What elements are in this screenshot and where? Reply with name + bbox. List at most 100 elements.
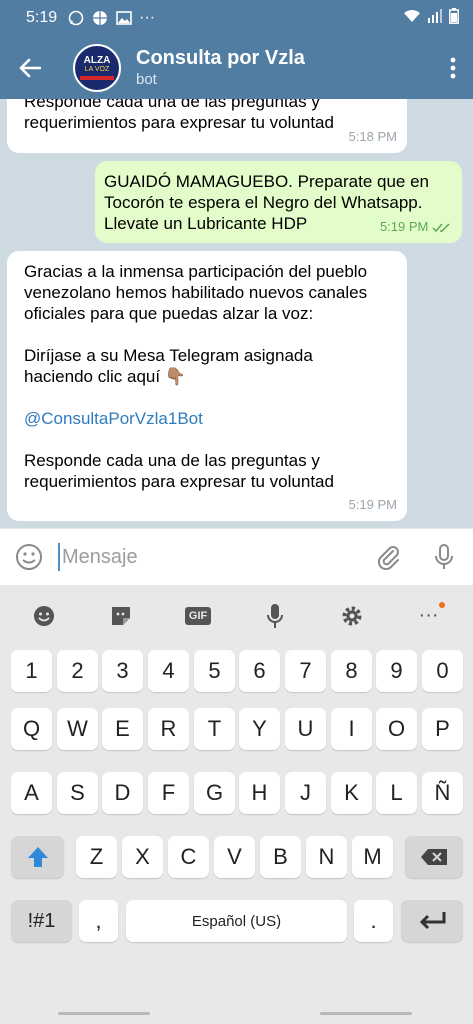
shift-key[interactable] bbox=[11, 836, 64, 878]
message-time: 5:18 PM bbox=[348, 129, 397, 144]
key-7[interactable]: 7 bbox=[285, 650, 326, 692]
message-line: haciendo clic aquí 👇🏽 bbox=[24, 367, 186, 386]
paperclip-icon bbox=[377, 546, 399, 570]
key-w[interactable]: W bbox=[57, 708, 98, 750]
key-a[interactable]: A bbox=[11, 772, 52, 814]
space-key[interactable]: Español (US) bbox=[126, 900, 347, 942]
backspace-icon bbox=[421, 849, 447, 865]
kb-settings-button[interactable] bbox=[332, 596, 372, 636]
status-time: 5:19 bbox=[26, 9, 58, 26]
key-e[interactable]: E bbox=[102, 708, 143, 750]
key-l[interactable]: L bbox=[376, 772, 417, 814]
key-c[interactable]: C bbox=[168, 836, 209, 878]
emoji-button[interactable] bbox=[0, 529, 58, 586]
key-8[interactable]: 8 bbox=[331, 650, 372, 692]
letter-row-3: Z X C V B N M bbox=[0, 836, 473, 880]
sticker-icon bbox=[112, 606, 131, 625]
double-check-icon bbox=[432, 223, 450, 232]
key-5[interactable]: 5 bbox=[194, 650, 235, 692]
message-line: oficiales para que puedas alzar la voz: bbox=[24, 304, 314, 323]
status-overflow: ··· bbox=[139, 9, 156, 26]
back-arrow-icon bbox=[19, 58, 41, 77]
key-b[interactable]: B bbox=[260, 836, 301, 878]
mic-icon bbox=[266, 603, 283, 628]
notification-dot bbox=[438, 601, 445, 608]
message-time: 5:19 PM bbox=[348, 497, 397, 512]
whatsapp-icon bbox=[67, 9, 85, 27]
key-d[interactable]: D bbox=[102, 772, 143, 814]
wifi-icon bbox=[403, 9, 421, 28]
key-1[interactable]: 1 bbox=[11, 650, 52, 692]
key-v[interactable]: V bbox=[214, 836, 255, 878]
chat-area[interactable]: Responde cada una de las preguntas y req… bbox=[0, 99, 473, 526]
comma-key[interactable]: , bbox=[79, 900, 118, 942]
nav-hint-right bbox=[320, 1012, 412, 1015]
key-n-tilde[interactable]: Ñ bbox=[422, 772, 463, 814]
keyboard: GIF ··· 1 2 3 4 5 6 7 8 9 0 Q W E R T Y … bbox=[0, 585, 473, 1024]
key-f[interactable]: F bbox=[148, 772, 189, 814]
key-g[interactable]: G bbox=[194, 772, 235, 814]
enter-icon bbox=[419, 912, 446, 930]
chat-header: ALZA LA VOZ Consulta por Vzla bot bbox=[0, 36, 473, 99]
kb-voice-button[interactable] bbox=[255, 596, 295, 636]
avatar[interactable]: ALZA LA VOZ bbox=[73, 43, 121, 92]
voice-record-button[interactable] bbox=[415, 529, 473, 586]
key-3[interactable]: 3 bbox=[102, 650, 143, 692]
avatar-subtext: LA VOZ bbox=[84, 65, 110, 73]
key-p[interactable]: P bbox=[422, 708, 463, 750]
key-i[interactable]: I bbox=[331, 708, 372, 750]
key-q[interactable]: Q bbox=[11, 708, 52, 750]
key-2[interactable]: 2 bbox=[57, 650, 98, 692]
key-m[interactable]: M bbox=[352, 836, 393, 878]
backspace-key[interactable] bbox=[405, 836, 463, 878]
kb-more-button[interactable]: ··· bbox=[409, 596, 449, 636]
key-o[interactable]: O bbox=[376, 708, 417, 750]
letter-row-1: Q W E R T Y U I O P bbox=[0, 708, 473, 752]
letter-row-2: A S D F G H J K L Ñ bbox=[0, 772, 473, 816]
message-bubble[interactable]: Responde cada una de las preguntas y req… bbox=[7, 99, 407, 153]
more-icon: ··· bbox=[418, 604, 439, 626]
key-h[interactable]: H bbox=[239, 772, 280, 814]
bottom-row: !#1 , Español (US) . bbox=[0, 900, 473, 944]
key-k[interactable]: K bbox=[331, 772, 372, 814]
keyboard-toolbar: GIF ··· bbox=[0, 585, 473, 646]
chat-title: Consulta por Vzla bbox=[136, 47, 305, 69]
kb-sticker-button[interactable] bbox=[101, 596, 141, 636]
settings-icon bbox=[342, 606, 362, 625]
key-s[interactable]: S bbox=[57, 772, 98, 814]
bot-link[interactable]: @ConsultaPorVzla1Bot bbox=[24, 408, 407, 429]
message-bubble-outgoing[interactable]: GUAIDÓ MAMAGUEBO. Preparate que en Tocor… bbox=[95, 161, 462, 243]
status-bar: 5:19 ··· bbox=[0, 0, 473, 36]
key-4[interactable]: 4 bbox=[148, 650, 189, 692]
shift-icon bbox=[27, 847, 48, 867]
more-options-button[interactable] bbox=[433, 36, 473, 99]
message-line: GUAIDÓ MAMAGUEBO. Preparate que en bbox=[104, 172, 430, 191]
attach-button[interactable] bbox=[363, 529, 415, 586]
message-line: Responde cada una de las preguntas y bbox=[24, 99, 320, 111]
back-button[interactable] bbox=[0, 36, 60, 99]
key-6[interactable]: 6 bbox=[239, 650, 280, 692]
enter-key[interactable] bbox=[401, 900, 463, 942]
key-u[interactable]: U bbox=[285, 708, 326, 750]
key-x[interactable]: X bbox=[122, 836, 163, 878]
key-9[interactable]: 9 bbox=[376, 650, 417, 692]
key-z[interactable]: Z bbox=[76, 836, 117, 878]
kb-emoji-button[interactable] bbox=[24, 596, 64, 636]
period-key[interactable]: . bbox=[354, 900, 393, 942]
message-bubble[interactable]: Gracias a la inmensa participación del p… bbox=[7, 251, 407, 521]
message-line: requerimientos para expresar tu voluntad bbox=[24, 472, 334, 491]
key-n[interactable]: N bbox=[306, 836, 347, 878]
key-j[interactable]: J bbox=[285, 772, 326, 814]
symbols-key[interactable]: !#1 bbox=[11, 900, 72, 942]
chat-title-area[interactable]: Consulta por Vzla bot bbox=[136, 46, 433, 89]
message-input[interactable] bbox=[58, 543, 363, 571]
kb-gif-button[interactable]: GIF bbox=[178, 596, 218, 636]
key-y[interactable]: Y bbox=[239, 708, 280, 750]
gif-label: GIF bbox=[184, 606, 212, 625]
key-r[interactable]: R bbox=[148, 708, 189, 750]
battery-icon bbox=[449, 7, 459, 29]
key-0[interactable]: 0 bbox=[422, 650, 463, 692]
key-t[interactable]: T bbox=[194, 708, 235, 750]
kebab-menu-icon bbox=[450, 57, 456, 78]
message-line: Diríjase a su Mesa Telegram asignada bbox=[24, 346, 313, 365]
